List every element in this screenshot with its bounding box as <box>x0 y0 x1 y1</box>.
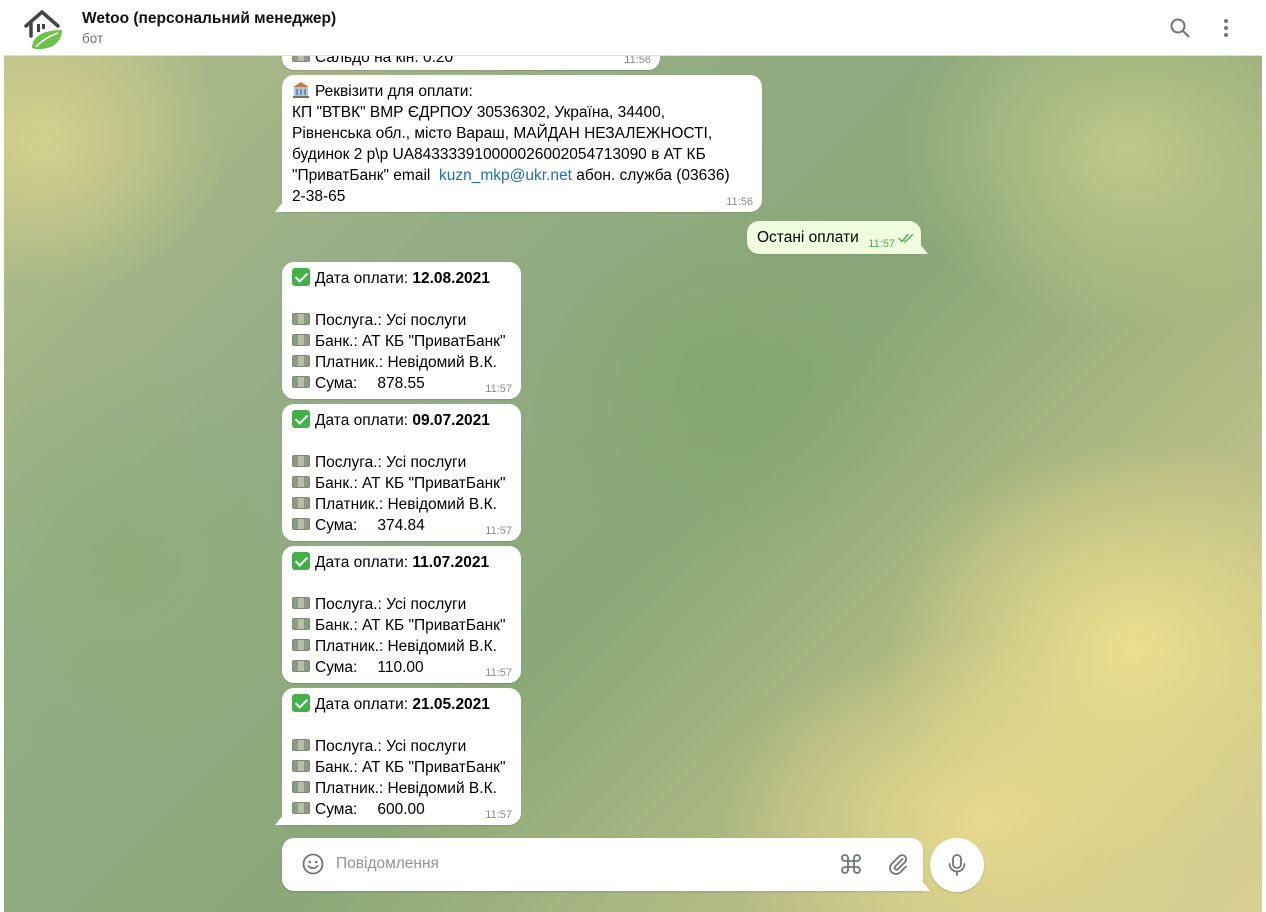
check-mark-icon <box>292 268 310 286</box>
money-icon <box>292 376 310 388</box>
payment-amount: 110.00 <box>377 659 424 676</box>
payment-date: 21.05.2021 <box>412 696 490 713</box>
payment-amount: 878.55 <box>377 375 425 392</box>
payment-bank: Банк.: АТ КБ "ПриватБанк" <box>315 617 506 634</box>
microphone-icon[interactable] <box>930 838 984 892</box>
check-mark-icon <box>292 552 310 570</box>
money-icon <box>292 334 310 346</box>
requisites-line: будинок 2 р\р UA843333910000026002054713… <box>292 146 706 163</box>
requisites-heading: Реквізити для оплати: <box>315 83 473 100</box>
payment-payer: Платник.: Невідомий В.К. <box>315 780 497 797</box>
money-icon <box>292 518 310 530</box>
emoji-icon[interactable] <box>300 851 326 877</box>
message-input[interactable] <box>336 853 816 875</box>
message-time: 11:57 <box>485 525 512 537</box>
payment-date: 12.08.2021 <box>412 270 490 287</box>
message-payment[interactable]: Дата оплати: 11.07.2021 Послуга.: Усі по… <box>282 546 521 683</box>
requisites-line: 2-38-65 <box>292 188 346 205</box>
payment-payer: Платник.: Невідомий В.К. <box>315 638 497 655</box>
payment-amount-label: Сума: <box>315 375 358 392</box>
command-icon[interactable] <box>838 851 864 877</box>
message-payment[interactable]: Дата оплати: 09.07.2021 Послуга.: Усі по… <box>282 404 521 541</box>
payment-date: 09.07.2021 <box>412 412 490 429</box>
requisites-line: КП "ВТВК" ВМР ЄДРПОУ 30536302, Україна, … <box>292 104 666 121</box>
payment-date-label: Дата оплати: <box>315 554 413 571</box>
payment-service: Послуга.: Усі послуги <box>315 596 467 613</box>
message-time: 11:57 <box>485 809 512 821</box>
payment-payer: Платник.: Невідомий В.К. <box>315 354 497 371</box>
payment-amount: 374.84 <box>377 517 425 534</box>
payment-service: Послуга.: Усі послуги <box>315 738 467 755</box>
money-icon <box>292 618 310 630</box>
message-outgoing[interactable]: Остані оплати 11:57 <box>747 221 928 254</box>
chat-title: Wetoo (персональний менеджер) <box>82 10 337 27</box>
payment-service: Послуга.: Усі послуги <box>315 312 467 329</box>
message-time: 11:56 <box>726 196 753 208</box>
check-mark-icon <box>292 410 310 428</box>
more-vertical-icon[interactable] <box>1212 14 1240 42</box>
payment-bank: Банк.: АТ КБ "ПриватБанк" <box>315 475 506 492</box>
payment-amount-label: Сума: <box>315 517 358 534</box>
payment-bank: Банк.: АТ КБ "ПриватБанк" <box>315 333 506 350</box>
payment-date-label: Дата оплати: <box>315 270 413 287</box>
chat-header[interactable]: Wetoo (персональний менеджер) бот <box>4 0 1262 56</box>
money-icon <box>292 476 310 488</box>
message-payment[interactable]: Дата оплати: 12.08.2021 Послуга.: Усі по… <box>282 262 521 399</box>
money-icon <box>292 760 310 772</box>
chat-window: Wetoo (персональний менеджер) бот Сальдо… <box>4 0 1262 912</box>
requisites-line: "ПриватБанк" email <box>292 167 439 184</box>
money-icon <box>292 639 310 651</box>
money-icon <box>292 455 310 467</box>
chat-subtitle: бот <box>82 31 104 46</box>
email-link[interactable]: kuzn_mkp@ukr.net <box>439 167 572 184</box>
message-time: 11:57 <box>868 238 895 250</box>
payment-amount-label: Сума: <box>315 659 358 676</box>
requisites-line: абон. служба (03636) <box>571 167 730 184</box>
payment-amount-label: Сума: <box>315 801 358 818</box>
message-time: 11:57 <box>485 667 512 679</box>
attach-icon[interactable] <box>885 851 911 877</box>
money-icon <box>292 597 310 609</box>
payment-date-label: Дата оплати: <box>315 696 413 713</box>
search-icon[interactable] <box>1166 14 1194 42</box>
double-check-icon <box>898 228 915 249</box>
money-icon <box>292 802 310 814</box>
payment-date: 11.07.2021 <box>412 554 490 571</box>
money-icon <box>292 355 310 367</box>
bank-icon <box>292 81 310 98</box>
payment-service: Послуга.: Усі послуги <box>315 454 467 471</box>
money-icon <box>292 739 310 751</box>
money-icon <box>292 497 310 509</box>
payment-amount: 600.00 <box>377 801 425 818</box>
payment-payer: Платник.: Невідомий В.К. <box>315 496 497 513</box>
message-composer <box>282 838 930 891</box>
money-icon <box>292 660 310 672</box>
house-leaf-avatar-icon[interactable] <box>22 6 66 50</box>
message-requisites[interactable]: Реквізити для оплати: КП "ВТВК" ВМР ЄДРП… <box>275 75 762 212</box>
message-time: 11:57 <box>485 383 512 395</box>
message-payment[interactable]: Дата оплати: 21.05.2021 Послуга.: Усі по… <box>275 688 521 825</box>
check-mark-icon <box>292 694 310 712</box>
money-icon <box>292 781 310 793</box>
requisites-line: Рівненська обл., місто Вараш, МАЙДАН НЕЗ… <box>292 125 713 142</box>
payment-bank: Банк.: АТ КБ "ПриватБанк" <box>315 759 506 776</box>
money-icon <box>292 313 310 325</box>
payment-date-label: Дата оплати: <box>315 412 413 429</box>
